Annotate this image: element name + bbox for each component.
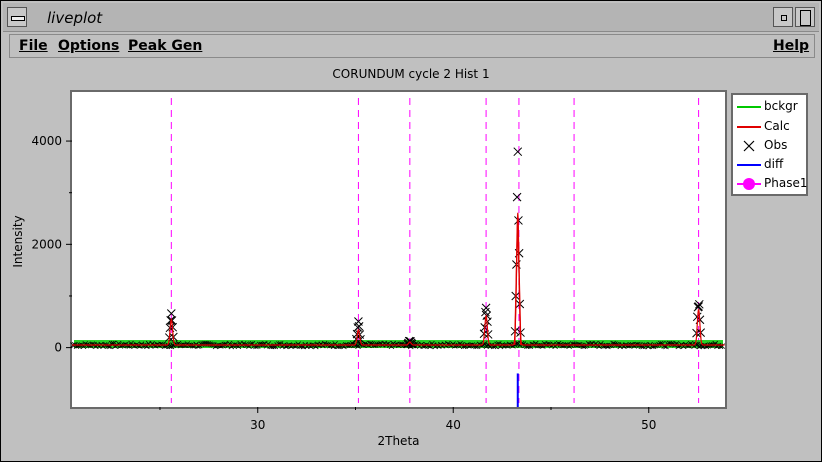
legend-label-diff: diff	[764, 157, 784, 171]
menu-file[interactable]: File	[19, 38, 48, 54]
menu-options[interactable]: Options	[58, 38, 119, 54]
window-menu-button[interactable]	[7, 7, 27, 27]
legend-item-obs: Obs	[733, 136, 808, 156]
legend-swatch-calc	[737, 126, 761, 128]
menu-help[interactable]: Help	[773, 38, 809, 54]
legend-swatch-diff	[737, 164, 761, 166]
legend-item-diff: diff	[733, 155, 808, 175]
menu-help-label: Help	[773, 38, 810, 54]
legend-swatch-bckgr	[737, 106, 761, 108]
menu-file-label: File	[19, 38, 48, 54]
legend: bckgr Calc Obs diff Phase1	[731, 93, 808, 196]
legend-item-bckgr: bckgr	[733, 97, 808, 117]
legend-label-phase1: Phase1	[764, 176, 808, 190]
menu-options-label: Options	[58, 38, 120, 54]
title-bar[interactable]: liveplot	[3, 3, 819, 32]
legend-swatch-obs	[743, 140, 755, 152]
menu-peak-gen-label: Peak Gen	[128, 38, 203, 54]
plot-title: CORUNDUM cycle 2 Hist 1	[332, 67, 490, 81]
menu-bar: File Options Peak Gen Help	[9, 34, 815, 58]
legend-item-calc: Calc	[733, 117, 808, 137]
menu-peak-gen[interactable]: Peak Gen	[128, 38, 202, 54]
legend-label-obs: Obs	[764, 138, 788, 152]
maximize-button[interactable]	[795, 7, 815, 27]
window-title: liveplot	[47, 9, 103, 27]
legend-item-phase1: Phase1	[733, 174, 808, 194]
minimize-button[interactable]	[773, 7, 793, 27]
legend-swatch-phase1	[737, 178, 761, 190]
legend-label-bckgr: bckgr	[764, 99, 798, 113]
legend-label-calc: Calc	[764, 119, 790, 133]
